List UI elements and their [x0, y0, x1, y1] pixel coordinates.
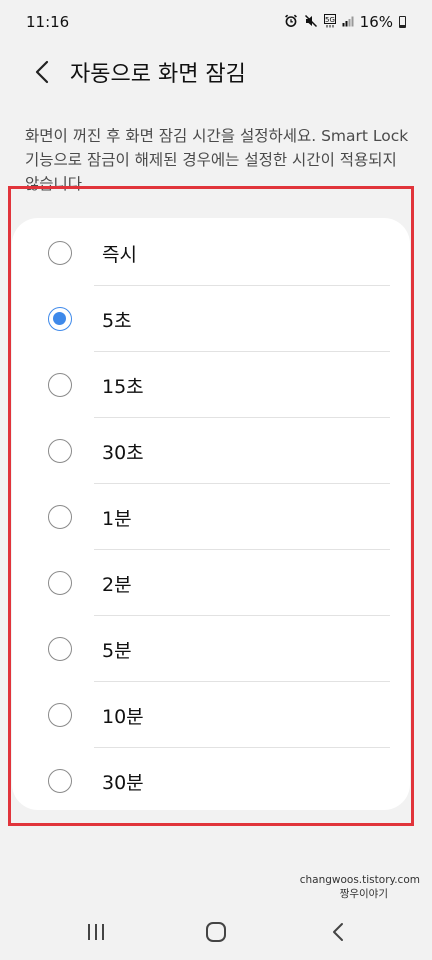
- alarm-icon: [284, 14, 298, 31]
- chevron-left-icon: [35, 60, 49, 84]
- signal-icon: [342, 15, 354, 30]
- navigation-bar: [0, 900, 432, 960]
- watermark-name: 짱우이야기: [339, 888, 388, 900]
- 5g-icon: 5G: [323, 13, 336, 31]
- battery-percent: 16%: [359, 13, 393, 31]
- battery-icon: [399, 16, 406, 28]
- home-icon: [206, 922, 226, 942]
- status-icons: 5G 16%: [284, 13, 406, 31]
- status-time: 11:16: [26, 13, 70, 31]
- mute-icon: [304, 14, 318, 31]
- back-icon: [333, 923, 343, 941]
- back-button[interactable]: [16, 44, 68, 100]
- home-button[interactable]: [186, 912, 246, 952]
- svg-text:5G: 5G: [325, 16, 335, 24]
- recents-icon: [88, 924, 104, 940]
- header: 자동으로 화면 잠김: [0, 44, 432, 100]
- nav-back-button[interactable]: [308, 912, 368, 952]
- highlight-box: [8, 186, 414, 826]
- page-title: 자동으로 화면 잠김: [70, 62, 246, 87]
- watermark-site: changwoos.tistory.com: [299, 874, 420, 886]
- watermark: changwoos.tistory.com 짱우이야기: [220, 873, 420, 901]
- recents-button[interactable]: [66, 912, 126, 952]
- status-bar: 11:16 5G 16%: [0, 0, 432, 44]
